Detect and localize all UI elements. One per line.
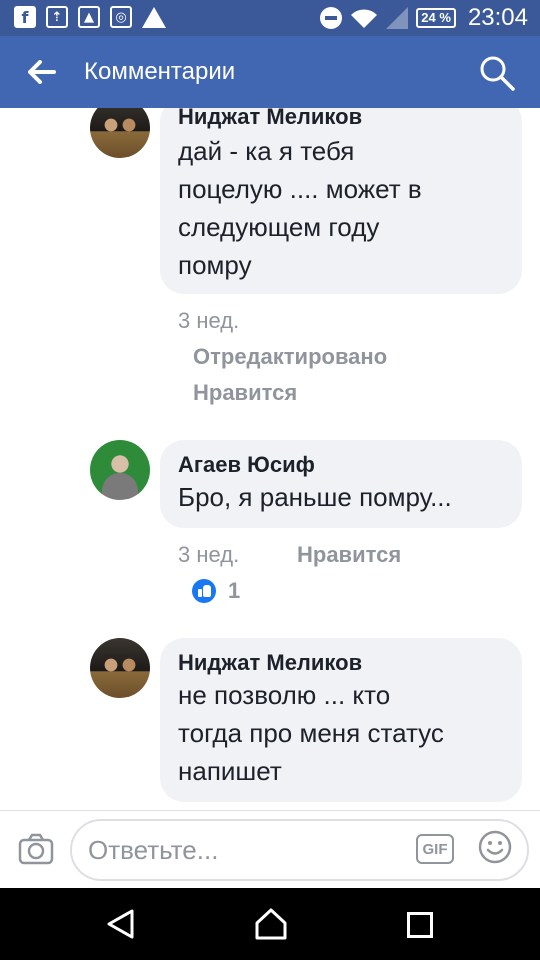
reply-placeholder[interactable]: Ответьте...: [88, 835, 218, 866]
comment-author[interactable]: Ниджат Меликов: [178, 108, 504, 130]
avatar[interactable]: [90, 638, 150, 698]
do-not-disturb-icon: [320, 7, 343, 29]
camera-button[interactable]: [18, 833, 54, 865]
nav-recent-apps-icon[interactable]: [407, 912, 433, 938]
emoji-button[interactable]: [478, 830, 512, 864]
search-icon: [480, 56, 515, 91]
avatar[interactable]: [90, 108, 150, 158]
back-button[interactable]: [24, 54, 60, 90]
comment-bubble[interactable]: Ниджат Меликов не позволю ... кто тогда …: [160, 638, 522, 802]
system-navigation-bar: [0, 888, 540, 960]
app-bar: Комментарии: [0, 36, 540, 108]
image-notification-icon: ▲: [78, 6, 100, 28]
comment-text-line: дай - ка я тебя: [178, 136, 355, 166]
status-bar: f ⇡ ▲ ◎ 24 % 23:04: [0, 0, 540, 36]
comment-text-line: не позволю ... кто: [178, 680, 391, 710]
page-title: Комментарии: [84, 58, 236, 85]
comment-text-line: напишет: [178, 756, 282, 786]
comment-bubble[interactable]: Ниджат Меликов дай - ка я тебя поцелую .…: [160, 108, 522, 294]
thumbs-up-icon: [192, 579, 216, 603]
comment-text-line: тогда про меня статус: [178, 718, 444, 748]
comment-text-line: помру: [178, 250, 252, 280]
warning-icon: [142, 6, 166, 28]
reply-bar: Ответьте...: [0, 810, 540, 888]
arrow-left-icon: [28, 60, 56, 84]
comments-list: Ниджат Меликов дай - ка я тебя поцелую .…: [0, 108, 540, 810]
nav-back-icon[interactable]: [104, 908, 136, 940]
gif-button[interactable]: GIF: [416, 834, 454, 864]
reaction-count: 1: [228, 578, 241, 603]
nav-home-icon[interactable]: [254, 907, 288, 941]
clock: 23:04: [467, 4, 528, 31]
comment-timestamp: 3 нед.: [178, 308, 240, 333]
battery-indicator: 24 %: [416, 8, 456, 28]
camera-icon: [18, 833, 54, 865]
facebook-notification-icon: f: [14, 6, 36, 28]
reaction-summary[interactable]: 1: [192, 578, 240, 604]
comment-text-line: Бро, я раньше помру...: [178, 482, 452, 512]
like-button[interactable]: Нравится: [193, 380, 297, 406]
comment-author[interactable]: Агаев Юсиф: [178, 452, 504, 478]
search-button[interactable]: [478, 54, 516, 92]
comment-text-line: поцелую .... может в: [178, 174, 422, 204]
comment-timestamp: 3 нед.: [178, 542, 240, 567]
comment-text-line: следующем году: [178, 212, 380, 242]
signal-icon: [386, 7, 409, 29]
wifi-icon: [351, 9, 378, 28]
comment-bubble[interactable]: Агаев Юсиф Бро, я раньше помру...: [160, 440, 522, 528]
edited-label[interactable]: Отредактировано: [193, 344, 387, 370]
smiley-icon: [478, 830, 512, 864]
avatar[interactable]: [90, 440, 150, 500]
like-button[interactable]: Нравится: [297, 542, 401, 568]
upload-notification-icon: ⇡: [46, 6, 68, 28]
instagram-notification-icon: ◎: [110, 6, 132, 28]
comment-author[interactable]: Ниджат Меликов: [178, 650, 504, 676]
